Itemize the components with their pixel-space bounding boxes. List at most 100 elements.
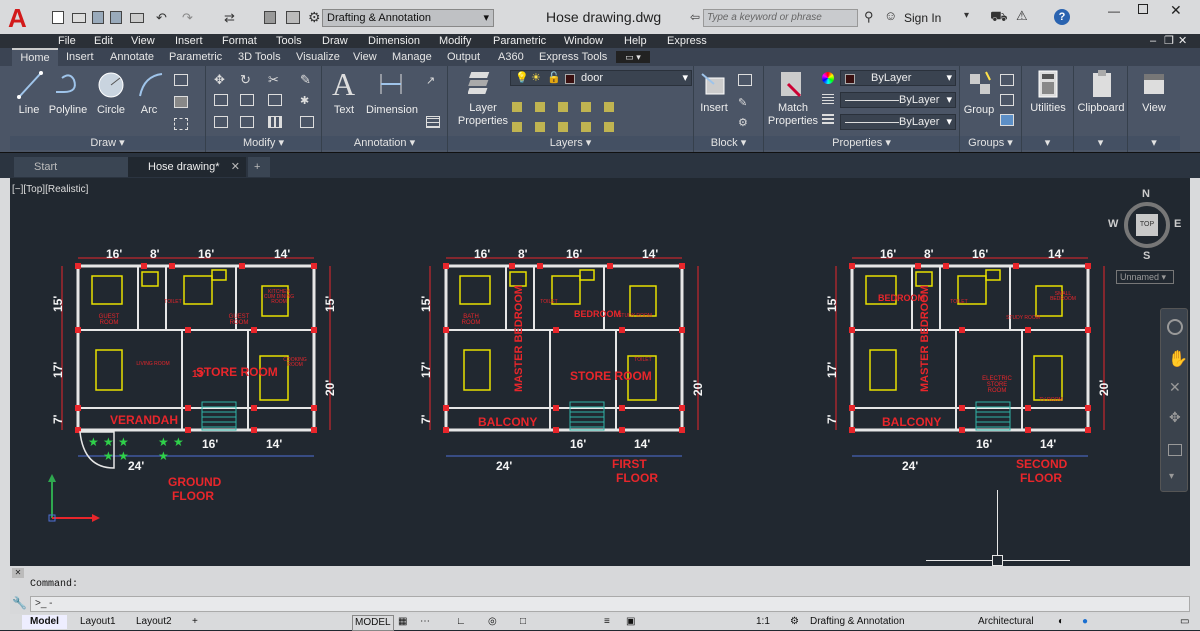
layout-tab-layout2[interactable]: Layout2	[136, 615, 172, 629]
scale-icon[interactable]	[240, 116, 254, 128]
menu-help[interactable]: Help	[624, 34, 647, 48]
rotate-icon[interactable]: ↻	[240, 72, 251, 88]
ortho-icon[interactable]: ∟	[456, 615, 466, 629]
calculator-icon[interactable]	[1036, 70, 1060, 98]
dimension-button[interactable]: Dimension	[364, 104, 420, 116]
tab-home[interactable]: Home	[12, 48, 58, 66]
layout-tab-model[interactable]: Model	[22, 615, 67, 629]
layers-panel-label[interactable]: Layers ▾	[448, 136, 693, 150]
tab-express-tools[interactable]: Express Tools	[539, 48, 607, 66]
viewcube-north[interactable]: N	[1142, 188, 1150, 200]
arc-icon[interactable]	[136, 70, 166, 100]
plot-preview-icon[interactable]	[286, 11, 300, 24]
layer-properties-button[interactable]: Layer Properties	[454, 102, 512, 128]
clipboard-icon[interactable]	[1090, 70, 1114, 98]
help-icon[interactable]: ?	[1054, 9, 1070, 25]
doc-restore-icon[interactable]: ❐	[1164, 34, 1174, 48]
search-toggle-icon[interactable]: ⇦	[690, 10, 700, 24]
group-select-icon[interactable]	[1000, 114, 1014, 126]
steering-wheel-icon[interactable]	[1167, 319, 1183, 335]
menu-modify[interactable]: Modify	[439, 34, 471, 48]
tab-insert[interactable]: Insert	[66, 48, 94, 66]
annotation-panel-label[interactable]: Annotation ▾	[322, 136, 447, 150]
new-tab-button[interactable]: +	[248, 157, 270, 177]
clipboard-panel-expand[interactable]: ▾	[1074, 136, 1127, 150]
attribute-icon[interactable]: ⚙	[738, 116, 748, 129]
menu-edit[interactable]: Edit	[94, 34, 113, 48]
menu-express[interactable]: Express	[667, 34, 707, 48]
ungroup-icon[interactable]	[1000, 74, 1014, 86]
exchange-icon[interactable]: ⚠	[1016, 8, 1028, 24]
text-button[interactable]: Text	[328, 104, 360, 116]
menu-tools[interactable]: Tools	[276, 34, 302, 48]
isolate-icon[interactable]: ◐	[1058, 615, 1064, 629]
tab-manage[interactable]: Manage	[392, 48, 432, 66]
maximize-icon[interactable]	[1138, 4, 1148, 14]
tab-visualize[interactable]: Visualize	[296, 48, 340, 66]
share-icon[interactable]: ⇄	[224, 10, 235, 26]
orbit-icon[interactable]: ✥	[1169, 409, 1181, 426]
array-icon[interactable]	[268, 116, 282, 128]
ribbon-toggle[interactable]: ▭ ▾	[616, 51, 650, 63]
tab-3d-tools[interactable]: 3D Tools	[238, 48, 281, 66]
minimize-icon[interactable]: —	[1108, 4, 1120, 18]
viewcube-west[interactable]: W	[1108, 218, 1118, 230]
polar-icon[interactable]: ◎	[488, 615, 497, 629]
menu-view[interactable]: View	[131, 34, 155, 48]
tab-a360[interactable]: A360	[498, 48, 524, 66]
group-edit-icon[interactable]	[1000, 94, 1014, 106]
layer-properties-icon[interactable]	[468, 70, 496, 96]
menu-format[interactable]: Format	[222, 34, 257, 48]
viewcube-top-face[interactable]: TOP	[1136, 214, 1158, 236]
tab-output[interactable]: Output	[447, 48, 480, 66]
modify-panel-label[interactable]: Modify ▾	[206, 136, 321, 150]
gear-icon[interactable]: ⚙	[790, 615, 799, 629]
wrench-icon[interactable]: 🔧	[12, 596, 27, 610]
grid-icon[interactable]: ▦	[398, 615, 407, 629]
workspace-switch[interactable]: Drafting & Annotation	[810, 615, 905, 629]
match-properties-button[interactable]: Match Properties	[764, 102, 822, 128]
hatch-icon[interactable]	[174, 96, 188, 108]
user-icon[interactable]: ☺	[884, 8, 897, 23]
command-input[interactable]: >_ -	[30, 596, 1190, 612]
table-icon[interactable]	[426, 116, 440, 128]
model-space-toggle[interactable]: MODEL	[352, 615, 394, 631]
close-icon[interactable]: ✕	[231, 157, 240, 177]
arc-button[interactable]: Arc	[134, 104, 164, 116]
chevron-down-icon[interactable]: ▾	[964, 10, 969, 21]
circle-button[interactable]: Circle	[94, 104, 128, 116]
binoculars-icon[interactable]: ⚲	[864, 9, 874, 25]
group-button[interactable]: Group	[962, 104, 996, 116]
new-layout-button[interactable]: +	[192, 615, 198, 629]
clipboard-button[interactable]: Clipboard	[1074, 102, 1128, 114]
utilities-panel-expand[interactable]: ▾	[1022, 136, 1073, 150]
osnap-icon[interactable]: □	[520, 615, 526, 629]
draw-panel-label[interactable]: Draw ▾	[10, 136, 205, 150]
app-logo[interactable]: A	[8, 4, 38, 32]
ucs-dropdown[interactable]: Unnamed ▾	[1116, 270, 1174, 284]
group-icon[interactable]	[966, 70, 994, 98]
offset-icon[interactable]	[300, 116, 314, 128]
tab-parametric[interactable]: Parametric	[169, 48, 222, 66]
utilities-button[interactable]: Utilities	[1022, 102, 1074, 114]
block-panel-label[interactable]: Block ▾	[694, 136, 763, 150]
doc-close-icon[interactable]: ✕	[1178, 34, 1187, 48]
drawing-canvas[interactable]: [−][Top][Realistic] 16' 8' 16' 14' 15' 17' 7' 1…	[10, 178, 1190, 566]
match-properties-icon[interactable]	[778, 70, 806, 98]
nav-options-icon[interactable]: ▾	[1169, 471, 1174, 482]
save-icon[interactable]	[92, 11, 104, 24]
redo-icon[interactable]: ↷	[182, 10, 193, 26]
layer-dropdown[interactable]: 💡 ☀ 🔓 door ▾	[510, 70, 692, 86]
line-icon[interactable]	[16, 70, 44, 100]
mirror-icon[interactable]	[240, 94, 254, 106]
region-icon[interactable]	[174, 118, 188, 130]
insert-block-icon[interactable]	[700, 70, 730, 98]
viewcube-south[interactable]: S	[1143, 250, 1150, 262]
view-button[interactable]: View	[1128, 102, 1180, 114]
linetype-dropdown[interactable]: ByLayer ▾	[840, 92, 956, 108]
save-as-icon[interactable]	[110, 11, 122, 24]
viewcube-east[interactable]: E	[1174, 218, 1181, 230]
tab-view[interactable]: View	[353, 48, 377, 66]
match-icon[interactable]	[264, 11, 276, 24]
edit-block-icon[interactable]: ✎	[738, 96, 747, 109]
